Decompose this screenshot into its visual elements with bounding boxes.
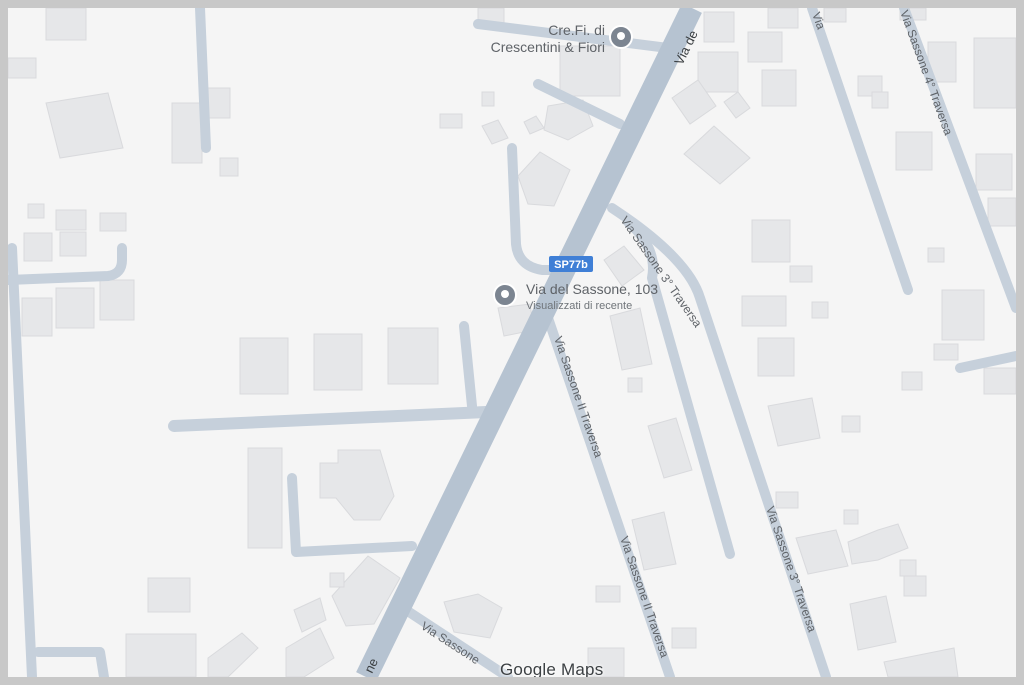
- building: [723, 91, 751, 119]
- logo-product: Maps: [561, 660, 604, 677]
- building: [741, 295, 787, 327]
- street-labels: Via de ne Via Sassone 3° Traversa Via Sa…: [361, 8, 955, 675]
- building: [595, 585, 621, 603]
- building: [45, 8, 87, 41]
- building: [901, 371, 923, 391]
- building: [761, 69, 797, 107]
- building: [941, 289, 985, 341]
- building: [329, 572, 345, 588]
- building: [811, 301, 829, 319]
- building: [439, 113, 463, 129]
- building: [443, 593, 503, 639]
- poi-crefi-name-line1[interactable]: Cre.Fi. di: [548, 22, 605, 38]
- poi-via-del-sassone-name[interactable]: Via del Sassone, 103: [526, 281, 658, 297]
- building: [775, 491, 799, 509]
- building: [285, 627, 335, 677]
- poi-crefi-name-line2[interactable]: Crescentini & Fiori: [491, 39, 605, 55]
- building: [99, 279, 135, 321]
- building: [8, 57, 37, 79]
- buildings: [8, 8, 1016, 677]
- road-shield-sp77b: SP77b: [549, 256, 593, 272]
- building: [481, 119, 509, 145]
- building: [55, 287, 95, 329]
- building: [983, 367, 1016, 395]
- map-canvas[interactable]: Via de ne Via Sassone 3° Traversa Via Sa…: [8, 8, 1016, 677]
- building: [99, 212, 127, 232]
- building: [313, 333, 363, 391]
- building: [703, 11, 735, 43]
- place-pin-icon[interactable]: [609, 25, 633, 49]
- building: [847, 523, 909, 565]
- building: [757, 337, 795, 377]
- building: [973, 37, 1016, 109]
- building: [987, 197, 1016, 227]
- building: [247, 447, 283, 549]
- building: [795, 529, 849, 575]
- building: [933, 343, 959, 361]
- building: [23, 232, 53, 262]
- map-viewport[interactable]: Via de ne Via Sassone 3° Traversa Via Sa…: [8, 8, 1016, 677]
- building: [871, 91, 889, 109]
- building: [147, 577, 191, 613]
- building: [849, 595, 897, 651]
- building: [125, 633, 197, 677]
- building: [903, 575, 927, 597]
- building: [647, 417, 693, 479]
- building: [319, 449, 395, 521]
- roads: [8, 8, 1016, 677]
- building: [59, 231, 87, 257]
- building: [517, 151, 571, 207]
- road-shield-label: SP77b: [554, 259, 588, 271]
- building: [975, 153, 1013, 191]
- building: [767, 397, 821, 447]
- building: [927, 247, 945, 263]
- building: [683, 125, 751, 185]
- road-right-vertical-1: [807, 8, 913, 295]
- building: [841, 415, 861, 433]
- building: [171, 102, 203, 164]
- road-center-horizontal: [168, 406, 492, 432]
- building: [671, 627, 697, 649]
- road-center-vertical-stub: [459, 321, 477, 411]
- building: [207, 632, 259, 677]
- building: [387, 327, 439, 385]
- building: [895, 131, 933, 171]
- building: [481, 91, 495, 107]
- road-right-short: [955, 351, 1016, 373]
- building: [843, 509, 859, 525]
- building: [523, 115, 545, 135]
- building: [207, 87, 231, 119]
- building: [627, 377, 643, 393]
- poi-via-del-sassone-subtitle: Visualizzati di recente: [526, 300, 632, 312]
- google-maps-logo: Google Maps: [500, 660, 603, 677]
- road-bottom-left-corner: [33, 647, 109, 677]
- street-label-traversa-2: Via Sassone II Traversa: [551, 334, 606, 459]
- building: [751, 219, 791, 263]
- logo-brand: Google: [500, 660, 557, 677]
- building: [789, 265, 813, 283]
- building: [697, 51, 739, 93]
- building: [45, 92, 124, 159]
- building: [767, 8, 799, 29]
- building: [27, 203, 45, 219]
- road-top-left-vertical: [195, 8, 211, 153]
- building: [21, 297, 53, 337]
- building: [883, 647, 959, 677]
- building: [293, 597, 327, 633]
- building: [219, 157, 239, 177]
- building: [55, 209, 87, 231]
- building: [899, 559, 917, 577]
- building: [239, 337, 289, 395]
- building: [609, 307, 653, 371]
- building: [747, 31, 783, 63]
- building: [823, 8, 847, 23]
- building: [603, 245, 645, 287]
- road-traversa-3-inner: [623, 217, 735, 559]
- recent-place-pin-icon[interactable]: [493, 283, 517, 307]
